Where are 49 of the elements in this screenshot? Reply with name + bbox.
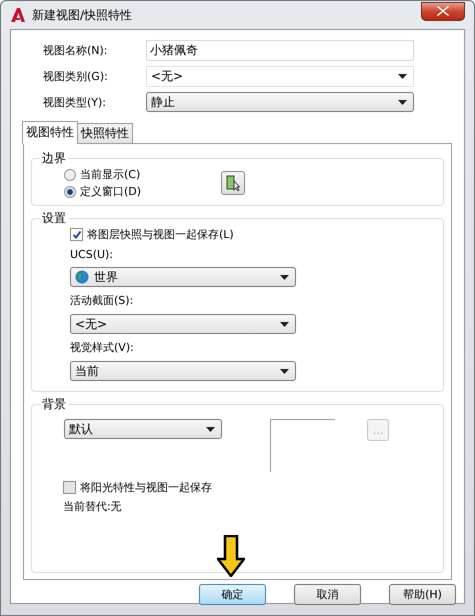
caret-icon [398,74,407,79]
checkbox[interactable] [63,481,76,494]
group-title: 设置 [41,210,67,227]
close-icon [437,6,449,16]
dialog-button[interactable]: 确定 [199,584,266,605]
caret-icon [206,426,215,432]
field-label: 视图类型(Y): [43,94,108,110]
category-combo[interactable]: <无> [146,66,414,87]
caret-icon [280,322,289,326]
tab[interactable]: 视图特性 [22,121,78,144]
group-title: 边界 [41,150,67,167]
caret-icon [280,368,289,374]
logo-icon [10,7,26,23]
group-title: 背景 [41,396,67,413]
dialog-button[interactable]: 取消 [294,584,361,605]
radio-button[interactable] [64,168,76,180]
checkbox-option[interactable]: 将图层快照与视图一起保存(L) [70,227,435,242]
down-arrow-icon [217,535,245,577]
type-dropdown[interactable]: 静止 [146,92,414,112]
radio-label: 当前显示(C) [80,167,140,182]
close-button[interactable] [421,2,465,20]
field-label: 视觉样式(V): [70,340,135,355]
radio-option[interactable]: 当前显示(C) [64,167,142,182]
dropdown[interactable]: <无> [70,314,296,334]
checkbox-label: 将阳光特性与视图一起保存 [80,480,212,495]
caret-icon [398,100,407,104]
define-window-button[interactable] [221,171,246,195]
dropdown[interactable]: 当前 [70,361,296,381]
field-label: 视图名称(N): [43,43,109,58]
radio-label: 定义窗口(D) [80,184,142,199]
checkbox[interactable] [70,228,83,241]
tab[interactable]: 快照特性 [77,123,133,143]
radio-option[interactable]: 定义窗口(D) [64,184,142,199]
dropdown[interactable]: 世界 [70,267,296,287]
window-title: 新建视图/快照特性 [32,6,132,24]
dialog-button[interactable]: 帮助(H) [389,584,456,605]
checkbox-label: 将图层快照与视图一起保存(L) [87,227,234,242]
preview-box [270,419,335,472]
globe-icon [75,270,89,284]
name-field[interactable]: 小猪佩奇 [146,40,414,61]
field-label: UCS(U): [70,248,114,261]
window-pick-icon [226,175,240,191]
field-label: 视图类别(G): [43,69,109,84]
radio-button[interactable] [64,186,76,198]
override-text: 当前替代:无 [63,499,123,514]
checkbox-option[interactable]: 将阳光特性与视图一起保存 [63,480,435,495]
background-dropdown[interactable]: 默认 [64,419,222,439]
caret-icon [280,274,289,280]
field-label: 活动截面(S): [70,293,134,308]
